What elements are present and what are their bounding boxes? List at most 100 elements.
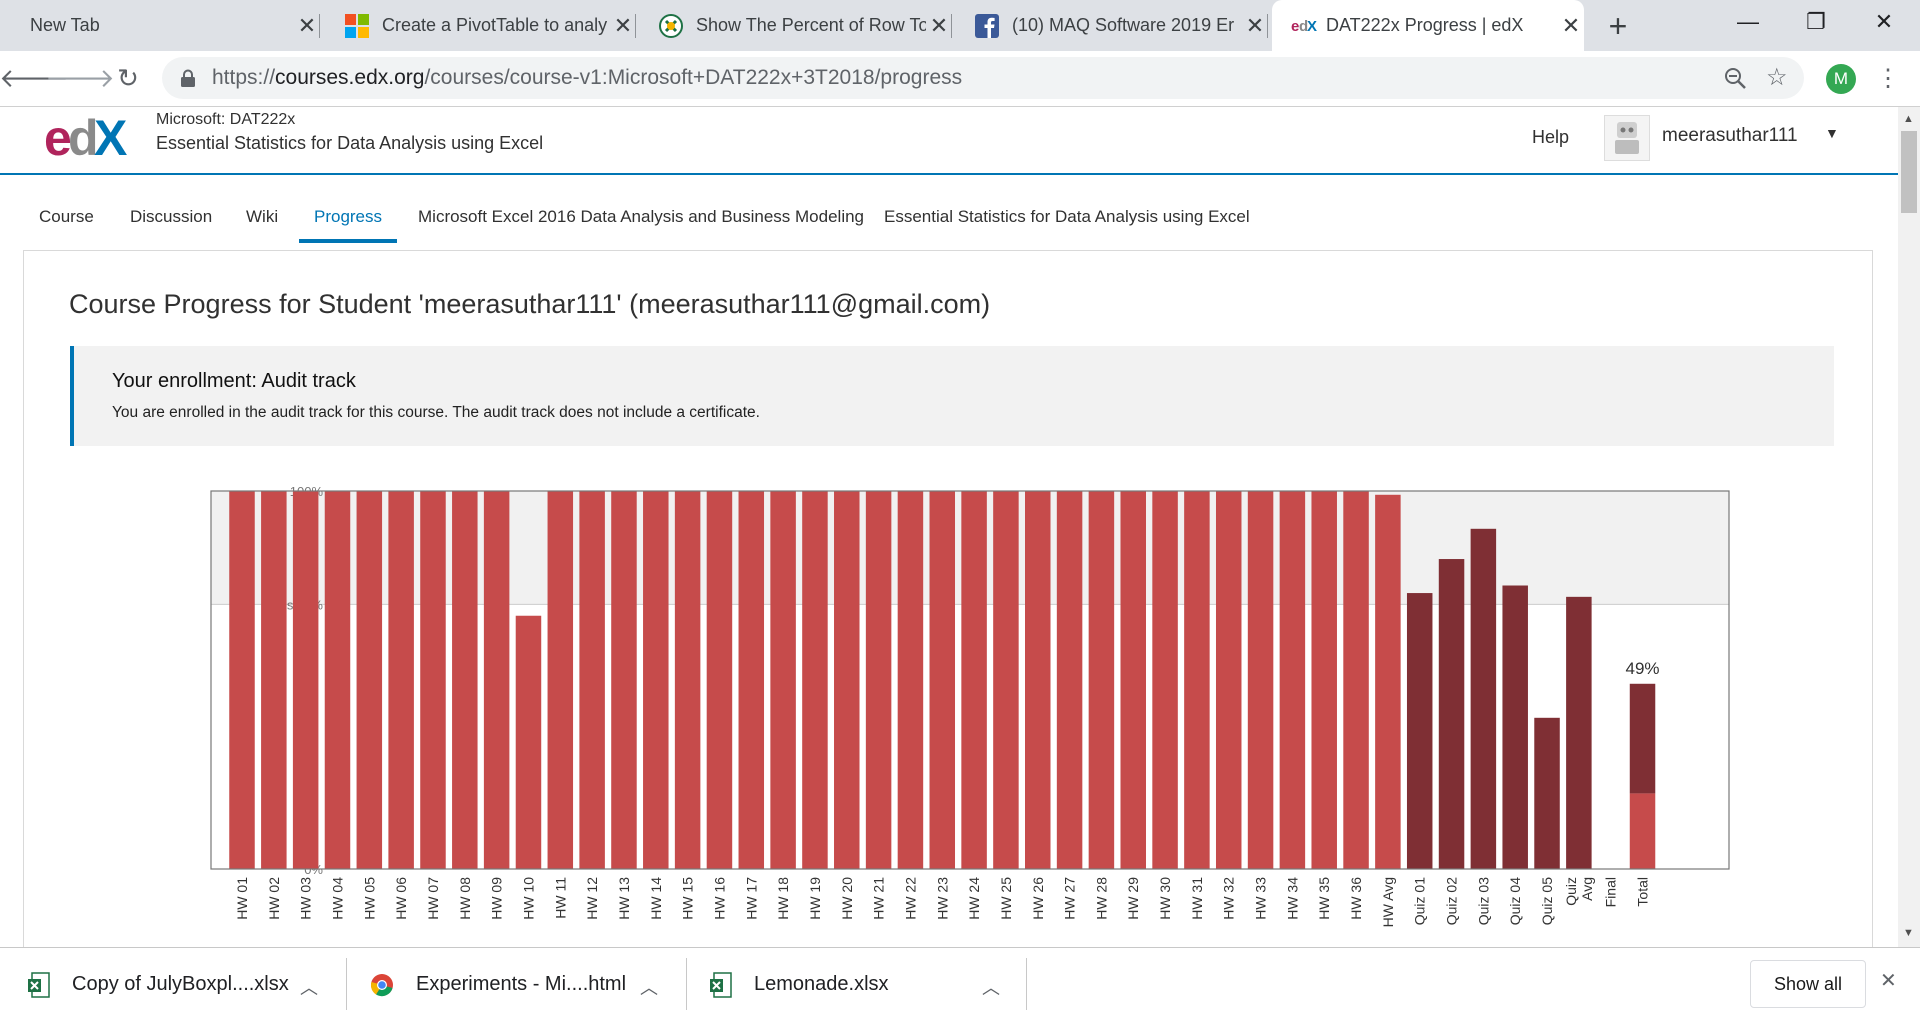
minimize-button[interactable]: — bbox=[1714, 0, 1782, 44]
x-tick-label: HW 26 bbox=[1030, 877, 1046, 920]
x-tick-label: HW 24 bbox=[966, 877, 982, 920]
lock-icon[interactable] bbox=[180, 69, 196, 87]
tab-discussion[interactable]: Discussion bbox=[130, 175, 212, 243]
chart-bar bbox=[1088, 491, 1115, 869]
browser-tab-active[interactable]: e d X DAT222x Progress | edX ✕ bbox=[1272, 0, 1584, 51]
browser-tab[interactable]: New Tab ✕ bbox=[14, 0, 320, 51]
close-downloads-icon[interactable]: ✕ bbox=[1880, 968, 1897, 993]
download-item[interactable]: Experiments - Mi....html ︿ bbox=[370, 948, 670, 1021]
course-org: Microsoft: DAT222x bbox=[156, 111, 296, 128]
chart-bar bbox=[324, 491, 351, 869]
bookmark-star-icon[interactable]: ☆ bbox=[1766, 57, 1788, 99]
x-tick-label: HW 23 bbox=[934, 877, 950, 920]
x-tick-label: HW 18 bbox=[775, 877, 791, 920]
chart-bar bbox=[515, 615, 542, 869]
chart-bar bbox=[1375, 494, 1401, 869]
tab-close-icon[interactable]: ✕ bbox=[1558, 13, 1584, 39]
tab-title: New Tab bbox=[30, 15, 100, 35]
chart-bar-total-quiz bbox=[1629, 683, 1656, 794]
tab-close-icon[interactable]: ✕ bbox=[1242, 13, 1268, 39]
x-tick-label: Quiz 04 bbox=[1507, 877, 1523, 925]
tab-progress[interactable]: Progress bbox=[299, 175, 397, 243]
url-scheme: https:// bbox=[212, 66, 276, 89]
x-tick-label: HW 13 bbox=[616, 877, 632, 920]
new-tab-button[interactable]: + bbox=[1598, 6, 1638, 46]
menu-kebab-icon[interactable]: ⋮ bbox=[1876, 51, 1900, 106]
download-options-icon[interactable]: ︿ bbox=[982, 974, 1000, 1000]
download-name: Copy of JulyBoxpl....xlsx bbox=[72, 973, 289, 995]
download-item[interactable]: Copy of JulyBoxpl....xlsx ︿ bbox=[28, 948, 328, 1021]
show-all-button[interactable]: Show all bbox=[1750, 960, 1866, 1008]
chart-bar bbox=[1120, 491, 1146, 869]
edx-logo[interactable]: e d X bbox=[44, 113, 136, 163]
x-tick-label: HW 03 bbox=[298, 877, 314, 920]
x-tick-label: HW 08 bbox=[457, 877, 473, 920]
microsoft-icon bbox=[345, 13, 369, 38]
course-title[interactable]: Essential Statistics for Data Analysis u… bbox=[156, 133, 543, 154]
scroll-down-icon[interactable]: ▼ bbox=[1903, 927, 1914, 939]
chart-bar bbox=[229, 491, 255, 869]
close-window-button[interactable]: ✕ bbox=[1850, 0, 1918, 44]
x-tick-label: Avg bbox=[1579, 877, 1595, 901]
x-tick-label: HW 36 bbox=[1348, 877, 1364, 920]
download-options-icon[interactable]: ︿ bbox=[300, 974, 318, 1000]
chart-bar bbox=[483, 491, 510, 869]
tab-close-icon[interactable]: ✕ bbox=[610, 13, 636, 39]
chart-bar bbox=[1343, 491, 1369, 869]
scroll-up-icon[interactable]: ▲ bbox=[1903, 113, 1914, 125]
forward-icon[interactable]: 🡒 bbox=[45, 51, 115, 106]
browser-tab-strip: New Tab ✕ Create a PivotTable to analy ✕… bbox=[0, 0, 1920, 51]
browser-toolbar: 🡐 🡒 ↻ https://courses.edx.org/courses/co… bbox=[0, 51, 1920, 107]
help-link[interactable]: Help bbox=[1532, 127, 1569, 148]
chart-bar bbox=[706, 491, 733, 869]
reload-icon[interactable]: ↻ bbox=[108, 51, 148, 106]
chart-bar bbox=[1566, 596, 1592, 869]
chart-bar bbox=[961, 491, 987, 869]
x-tick-label: HW 32 bbox=[1221, 877, 1237, 920]
x-tick-label: HW 01 bbox=[234, 877, 250, 920]
tab-course[interactable]: Course bbox=[39, 175, 94, 243]
x-tick-label: HW 31 bbox=[1189, 877, 1205, 920]
tab-essential-statistics[interactable]: Essential Statistics for Data Analysis u… bbox=[884, 175, 1250, 243]
scrollbar-thumb[interactable] bbox=[1901, 131, 1917, 213]
robot-avatar-icon bbox=[1615, 122, 1639, 154]
tab-close-icon[interactable]: ✕ bbox=[926, 13, 952, 39]
url-path: /courses/course-v1:Microsoft+DAT222x+3T2… bbox=[424, 66, 963, 89]
url-text[interactable]: https://courses.edx.org/courses/course-v… bbox=[212, 57, 962, 99]
x-tick-label: Quiz 02 bbox=[1444, 877, 1460, 925]
chart-bar bbox=[738, 491, 765, 869]
tab-excel-2016[interactable]: Microsoft Excel 2016 Data Analysis and B… bbox=[418, 175, 864, 243]
tab-title: Create a PivotTable to analy bbox=[382, 15, 608, 35]
zoom-icon[interactable] bbox=[1724, 67, 1746, 89]
x-tick-label: HW 35 bbox=[1316, 877, 1332, 920]
progress-chart: 100%Pass 70%0%HW 01HW 02HW 03HW 04HW 05H… bbox=[210, 484, 1730, 927]
restore-button[interactable]: ❐ bbox=[1782, 0, 1850, 44]
chart-bar bbox=[1215, 491, 1242, 869]
browser-tab[interactable]: Create a PivotTable to analy ✕ bbox=[330, 0, 636, 51]
chart-bar bbox=[1406, 593, 1433, 869]
enrollment-banner: Your enrollment: Audit track You are enr… bbox=[70, 346, 1834, 446]
profile-avatar[interactable]: M bbox=[1826, 64, 1856, 94]
x-tick-label: HW 19 bbox=[807, 877, 823, 920]
tab-title: DAT222x Progress | edX bbox=[1326, 15, 1524, 35]
browser-tab[interactable]: (10) MAQ Software 2019 Er ✕ bbox=[962, 0, 1268, 51]
url-host: courses.edx.org bbox=[275, 66, 425, 89]
user-menu-caret-icon[interactable]: ▼ bbox=[1825, 125, 1839, 141]
x-tick-label: HW 14 bbox=[648, 877, 664, 920]
x-tick-label: HW 20 bbox=[839, 877, 855, 920]
page-scrollbar[interactable]: ▲ ▼ bbox=[1898, 107, 1920, 947]
download-options-icon[interactable]: ︿ bbox=[640, 974, 658, 1000]
username[interactable]: meerasuthar111 bbox=[1662, 125, 1798, 147]
edx-icon: e d X bbox=[1291, 18, 1317, 35]
browser-tab[interactable]: Show The Percent of Row To ✕ bbox=[646, 0, 952, 51]
user-avatar[interactable] bbox=[1604, 115, 1650, 161]
tab-close-icon[interactable]: ✕ bbox=[294, 13, 320, 39]
x-tick-label: HW 28 bbox=[1093, 877, 1109, 920]
download-item[interactable]: Lemonade.xlsx ︿ bbox=[710, 948, 1010, 1021]
chart-bar bbox=[897, 491, 924, 869]
x-tick-label: HW 29 bbox=[1125, 877, 1141, 920]
address-bar[interactable]: https://courses.edx.org/courses/course-v… bbox=[162, 57, 1804, 99]
total-value-label: 49% bbox=[1626, 659, 1660, 678]
chart-bar bbox=[1438, 559, 1465, 869]
tab-wiki[interactable]: Wiki bbox=[246, 175, 278, 243]
